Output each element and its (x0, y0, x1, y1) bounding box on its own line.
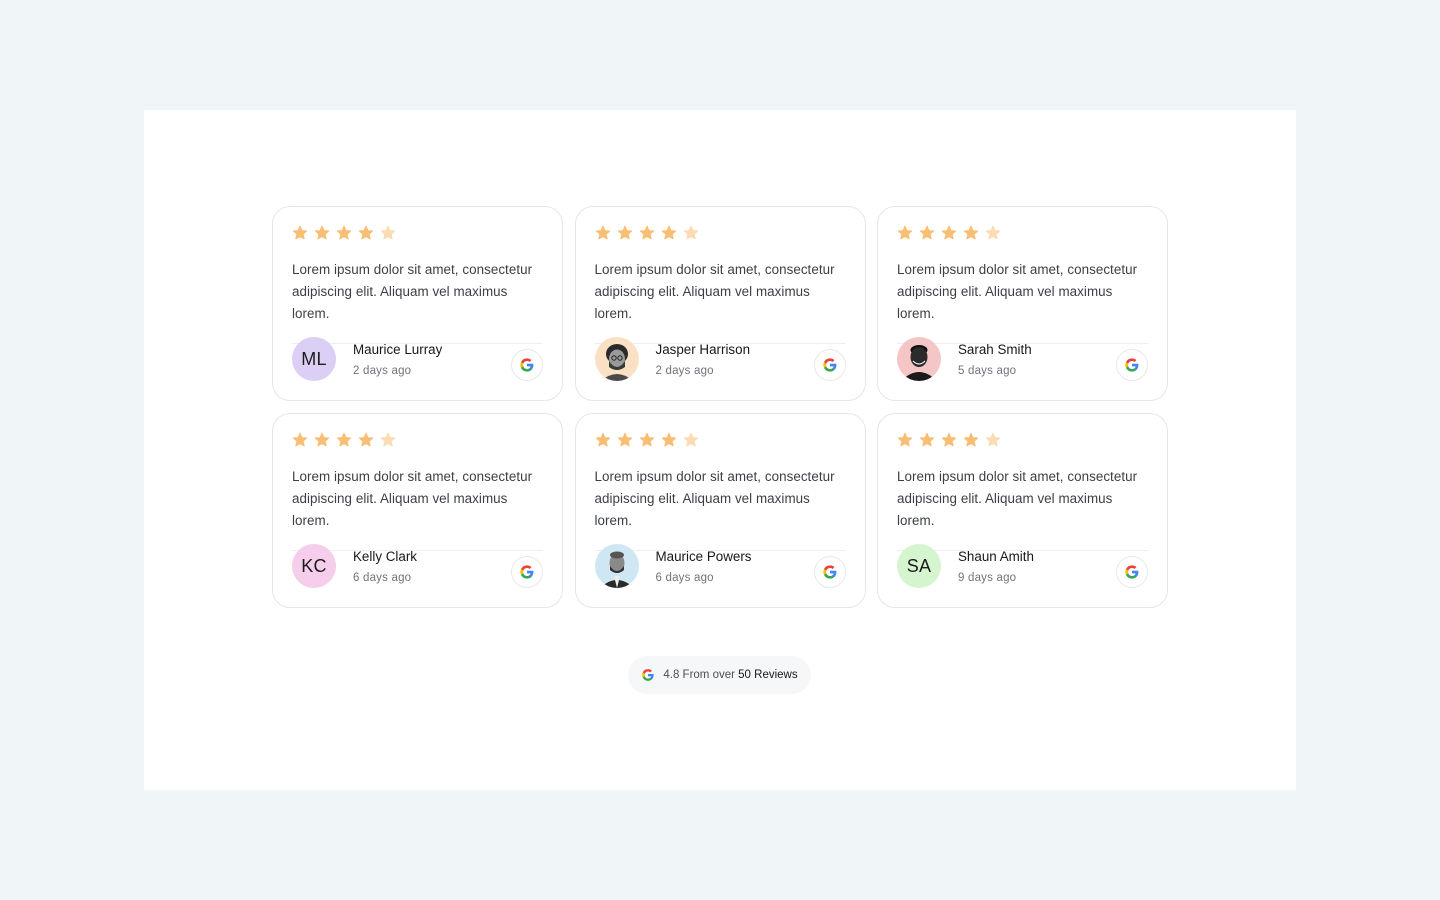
google-source-button[interactable] (511, 556, 543, 588)
review-text: Lorem ipsum dolor sit amet, consectetur … (897, 469, 1138, 528)
review-time: 6 days ago (353, 571, 412, 584)
google-icon (822, 564, 838, 580)
review-author: Sarah Smith 5 days ago (897, 337, 1148, 381)
star-filled-icon (661, 432, 676, 447)
google-icon (1124, 357, 1140, 373)
avatar (897, 337, 941, 381)
avatar (594, 337, 639, 381)
review-time: 5 days ago (958, 364, 1017, 377)
reviews-summary-pill[interactable]: 4.8 From over 50 Reviews (628, 656, 811, 694)
review-text: Lorem ipsum dolor sit amet, consectetur … (292, 469, 533, 528)
review-author: Jasper Harrison 2 days ago (594, 337, 846, 381)
star-filled-icon (963, 225, 979, 240)
google-source-button[interactable] (1116, 556, 1148, 588)
review-time: 6 days ago (655, 571, 714, 584)
avatar-initials: SA (906, 555, 932, 576)
reviewer-name: Kelly Clark (353, 548, 417, 564)
review-text: Lorem ipsum dolor sit amet, consectetur … (897, 262, 1138, 321)
star-filled-icon (639, 432, 654, 447)
star-empty-icon (683, 432, 698, 447)
avatar-initials: ML (301, 348, 327, 369)
star-filled-icon (919, 225, 935, 240)
star-rating (595, 225, 846, 241)
avatar: SA (897, 544, 941, 588)
google-icon (519, 564, 535, 580)
star-filled-icon (314, 225, 330, 240)
google-icon (822, 357, 838, 373)
star-rating (292, 432, 543, 448)
review-time: 2 days ago (655, 364, 714, 377)
google-source-button[interactable] (1116, 349, 1148, 381)
review-card: Lorem ipsum dolor sit amet, consectetur … (877, 206, 1168, 401)
review-text: Lorem ipsum dolor sit amet, consectetur … (292, 262, 533, 321)
review-card: Lorem ipsum dolor sit amet, consectetur … (272, 413, 563, 608)
star-filled-icon (358, 432, 374, 447)
reviewer-name: Jasper Harrison (655, 341, 751, 357)
google-source-button[interactable] (511, 349, 543, 381)
review-card: Lorem ipsum dolor sit amet, consectetur … (272, 206, 563, 401)
google-source-button[interactable] (813, 556, 846, 588)
star-empty-icon (380, 432, 396, 447)
star-filled-icon (897, 225, 913, 240)
avatar-photo (901, 345, 937, 381)
review-card: Lorem ipsum dolor sit amet, consectetur … (574, 413, 866, 608)
star-filled-icon (897, 432, 913, 447)
summary-count: 50 Reviews (738, 669, 798, 681)
star-rating (897, 225, 1148, 241)
google-icon (641, 668, 655, 682)
review-card: Lorem ipsum dolor sit amet, consectetur … (574, 206, 866, 401)
review-author: SA Shaun Amith 9 days ago (897, 544, 1148, 588)
star-filled-icon (639, 225, 654, 240)
review-author: KC Kelly Clark 6 days ago (292, 544, 543, 588)
reviewer-name: Shaun Amith (958, 548, 1034, 564)
star-rating (292, 225, 543, 241)
star-filled-icon (292, 432, 308, 447)
reviewer-name: Maurice Powers (655, 548, 752, 564)
star-filled-icon (919, 432, 935, 447)
star-empty-icon (985, 225, 1001, 240)
review-card: Lorem ipsum dolor sit amet, consectetur … (877, 413, 1168, 608)
star-rating (595, 432, 846, 448)
star-filled-icon (595, 225, 610, 240)
summary-text: 4.8 From over 50 Reviews (663, 669, 797, 681)
reviews-panel: Lorem ipsum dolor sit amet, consectetur … (144, 110, 1296, 790)
review-time: 9 days ago (958, 571, 1017, 584)
star-filled-icon (314, 432, 330, 447)
reviewer-name: Maurice Lurray (353, 341, 443, 357)
star-filled-icon (941, 432, 957, 447)
star-filled-icon (595, 432, 610, 447)
review-time: 2 days ago (353, 364, 412, 377)
star-empty-icon (683, 225, 698, 240)
review-author: Maurice Powers 6 days ago (594, 544, 846, 588)
star-filled-icon (358, 225, 374, 240)
reviewer-name: Sarah Smith (958, 341, 1032, 357)
star-rating (897, 432, 1148, 448)
review-text: Lorem ipsum dolor sit amet, consectetur … (594, 469, 835, 528)
star-filled-icon (963, 432, 979, 447)
star-filled-icon (336, 225, 352, 240)
review-author: ML Maurice Lurray 2 days ago (292, 337, 543, 381)
avatar: KC (292, 544, 336, 588)
google-icon (1124, 564, 1140, 580)
avatar (594, 544, 639, 588)
star-filled-icon (292, 225, 308, 240)
star-filled-icon (661, 225, 676, 240)
star-empty-icon (985, 432, 1001, 447)
avatar-photo (599, 551, 634, 588)
star-filled-icon (617, 225, 632, 240)
reviews-grid: Lorem ipsum dolor sit amet, consectetur … (272, 206, 1168, 608)
google-icon (519, 357, 535, 373)
star-empty-icon (380, 225, 396, 240)
review-text: Lorem ipsum dolor sit amet, consectetur … (594, 262, 835, 321)
avatar-photo (600, 344, 633, 381)
google-source-button[interactable] (813, 349, 846, 381)
summary-rating: 4.8 From over (663, 669, 735, 681)
star-filled-icon (336, 432, 352, 447)
avatar-initials: KC (301, 555, 327, 576)
star-filled-icon (941, 225, 957, 240)
avatar: ML (292, 337, 336, 381)
star-filled-icon (617, 432, 632, 447)
